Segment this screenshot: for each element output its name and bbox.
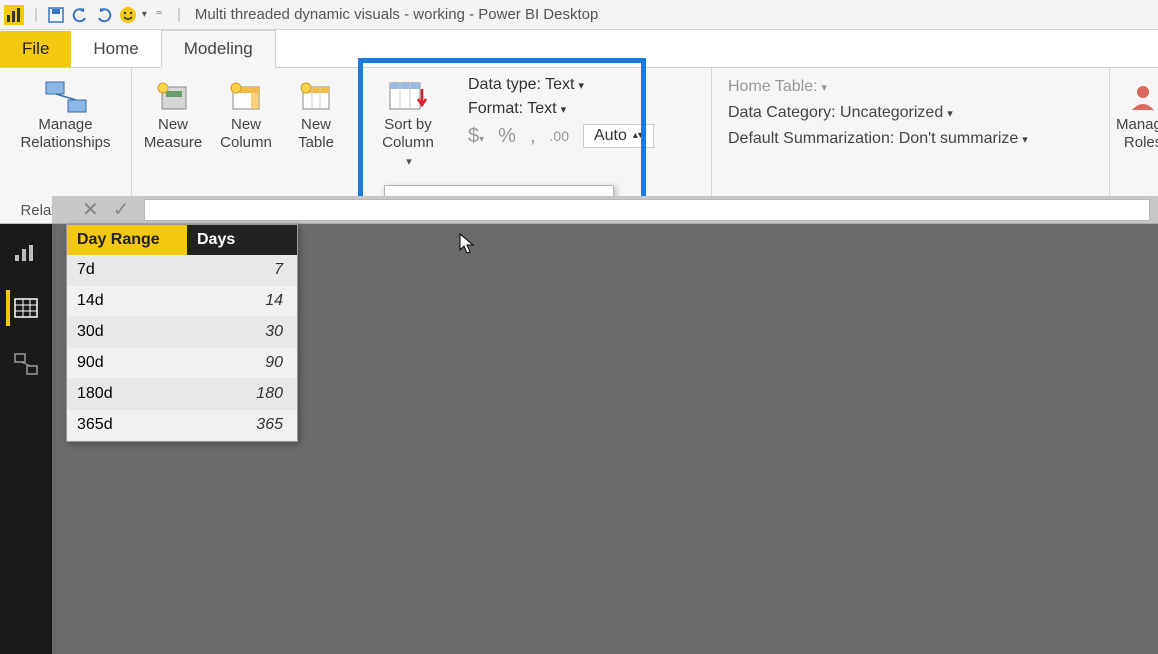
app-logo-icon [4, 5, 24, 25]
left-nav [0, 224, 52, 654]
currency-icon[interactable]: $▾ [468, 125, 484, 148]
sort-by-column-label: Sort by Column [382, 116, 434, 152]
table-row[interactable]: 14d14 [67, 286, 297, 317]
new-table-button[interactable]: New Table [284, 72, 348, 152]
new-measure-button[interactable]: New Measure [138, 72, 208, 152]
column-header-day-range[interactable]: Day Range [67, 225, 187, 255]
new-column-button[interactable]: New Column [214, 72, 278, 152]
redo-icon[interactable] [94, 5, 114, 25]
column-header-days[interactable]: Days [187, 225, 297, 255]
column-icon [229, 78, 263, 116]
percent-icon[interactable]: % [498, 125, 516, 148]
table-row[interactable]: 90d90 [67, 348, 297, 379]
formula-bar: ✕ ✓ [52, 196, 1158, 224]
table-header-row: Day Range Days [67, 225, 297, 255]
person-icon [1128, 78, 1158, 116]
manage-relationships-button[interactable]: Manage Relationships [6, 72, 125, 152]
tab-modeling[interactable]: Modeling [161, 30, 276, 68]
table-row[interactable]: 7d7 [67, 255, 297, 286]
title-bar: | ▾ ⁼ | Multi threaded dynamic visuals -… [0, 0, 1158, 30]
table-row[interactable]: 180d180 [67, 379, 297, 410]
table-icon [299, 78, 333, 116]
data-view-icon[interactable] [6, 290, 42, 326]
data-type-dropdown[interactable]: Data type: Text ▾ [468, 76, 654, 94]
relationships-icon [44, 78, 88, 116]
cancel-formula-icon[interactable]: ✕ [82, 197, 99, 222]
table-row[interactable]: 30d30 [67, 317, 297, 348]
mouse-cursor-icon [458, 232, 478, 256]
sort-by-column-button[interactable]: Sort by Column [366, 72, 450, 170]
canvas-area: ✕ ✓ Day Range Days 7d7 14d14 30d30 90d90… [52, 224, 1158, 654]
new-measure-label: New Measure [144, 116, 202, 152]
auto-decimals-input[interactable]: Auto▴▾ [583, 124, 654, 148]
ribbon-tabs: File Home Modeling [0, 30, 1158, 68]
home-table-dropdown[interactable]: Home Table: ▾ [728, 78, 1028, 96]
sort-icon [388, 78, 428, 116]
tab-file[interactable]: File [0, 31, 71, 67]
undo-icon[interactable] [70, 5, 90, 25]
commit-formula-icon[interactable]: ✓ [113, 197, 130, 222]
dropdown-caret-icon [404, 152, 412, 170]
separator: | [34, 6, 38, 23]
manage-roles-label: Manage Roles [1116, 116, 1158, 152]
qat-customize-icon[interactable]: ⁼ [149, 5, 169, 25]
new-table-label: New Table [298, 116, 334, 152]
report-view-icon[interactable] [8, 234, 44, 270]
format-dropdown[interactable]: Format: Text ▾ [468, 100, 654, 118]
formula-input[interactable] [144, 199, 1150, 221]
save-icon[interactable] [46, 5, 66, 25]
window-title: Multi threaded dynamic visuals - working… [195, 6, 599, 23]
data-table: Day Range Days 7d7 14d14 30d30 90d90 180… [66, 224, 298, 442]
default-summarization-dropdown[interactable]: Default Summarization: Don't summarize ▾ [728, 130, 1028, 148]
manage-roles-button[interactable]: Manage Roles [1116, 72, 1158, 152]
comma-icon[interactable]: , [530, 125, 536, 148]
manage-relationships-label: Manage Relationships [20, 116, 110, 152]
decimal-icon[interactable]: .00 [550, 128, 569, 144]
smiley-icon[interactable] [118, 5, 138, 25]
table-row[interactable]: 365d365 [67, 410, 297, 441]
dropdown-caret-icon[interactable]: ▾ [142, 9, 147, 20]
separator: | [177, 6, 181, 23]
tab-home[interactable]: Home [71, 31, 160, 67]
measure-icon [156, 78, 190, 116]
new-column-label: New Column [220, 116, 272, 152]
data-category-dropdown[interactable]: Data Category: Uncategorized ▾ [728, 104, 1028, 122]
model-view-icon[interactable] [8, 346, 44, 382]
